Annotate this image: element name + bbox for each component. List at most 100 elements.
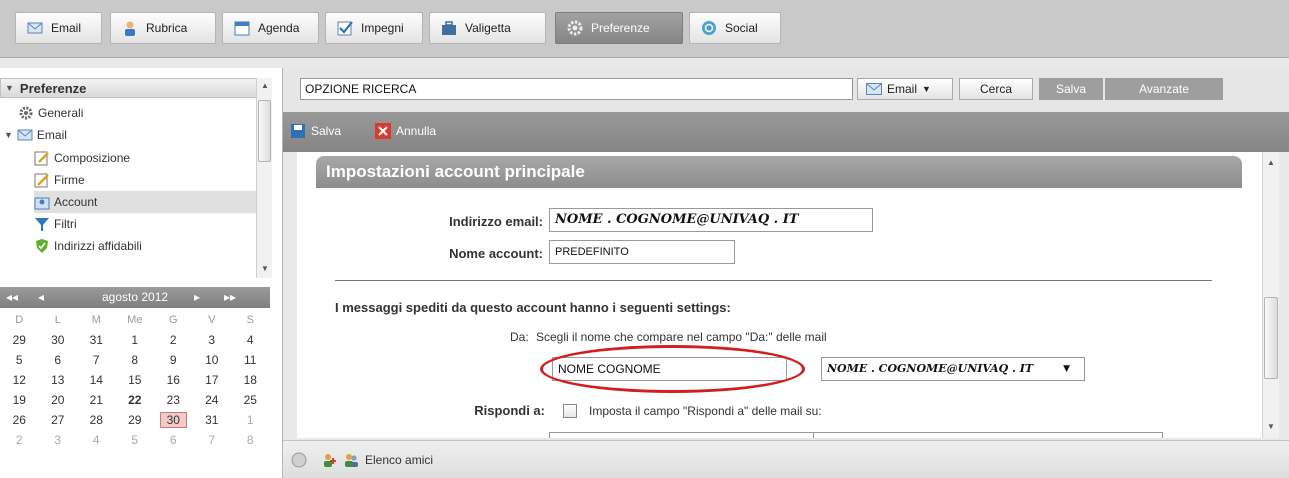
status-bar: Elenco amici [283, 440, 1289, 478]
search-input[interactable]: OPZIONE RICERCA [300, 78, 853, 100]
search-scope-dropdown[interactable]: Email ▼ [857, 78, 953, 100]
email-field[interactable]: NOME . COGNOME@UNIVAQ . IT [549, 208, 873, 232]
calendar-day[interactable]: 28 [77, 413, 116, 427]
advanced-search-button[interactable]: Avanzate [1105, 78, 1223, 100]
calendar-day[interactable]: 13 [39, 373, 78, 387]
scroll-down-arrow-icon[interactable]: ▼ [261, 264, 269, 273]
calendar-day[interactable]: 30 [39, 333, 78, 347]
scroll-up-arrow-icon[interactable]: ▲ [1267, 158, 1275, 167]
calendar-day[interactable]: 29 [116, 413, 155, 427]
sidebar-item-account[interactable]: Account [34, 191, 256, 213]
reply-to-checkbox[interactable] [563, 404, 577, 418]
calendar-day[interactable]: 23 [154, 393, 193, 407]
sidebar-item-composizione[interactable]: Composizione [34, 147, 130, 169]
expand-arrow-icon[interactable]: ▼ [4, 130, 13, 140]
sidebar-item-generali[interactable]: Generali [18, 102, 83, 124]
calendar-day[interactable]: 2 [154, 333, 193, 347]
calendar-day[interactable]: 15 [116, 373, 155, 387]
app-tab-bar: Email Rubrica Agenda Impegni Valigetta P… [0, 0, 1289, 58]
calendar-day[interactable]: 5 [0, 353, 39, 367]
calendar-week: 29 30 31 1 2 3 4 [0, 330, 270, 350]
calendar-day[interactable]: 24 [193, 393, 232, 407]
tab-social[interactable]: Social [689, 12, 781, 44]
calendar-day[interactable]: 29 [0, 333, 39, 347]
calendar-day[interactable]: 1 [116, 333, 155, 347]
calendar-day[interactable]: 31 [77, 333, 116, 347]
calendar-month-label[interactable]: agosto 2012 [102, 290, 168, 304]
add-friend-button[interactable] [321, 452, 337, 468]
presence-status[interactable] [291, 452, 307, 468]
calendar-icon [234, 21, 250, 36]
calendar-day[interactable]: 21 [77, 393, 116, 407]
calendar-day[interactable]: 4 [77, 433, 116, 447]
calendar-week: 19 20 21 22 23 24 25 [0, 390, 270, 410]
calendar-day[interactable]: 3 [193, 333, 232, 347]
calendar-day[interactable]: 31 [193, 413, 232, 427]
calendar-day[interactable]: 26 [0, 413, 39, 427]
calendar-day[interactable]: 5 [116, 433, 155, 447]
cancel-button[interactable]: Annulla [375, 123, 436, 139]
calendar-day[interactable]: 12 [0, 373, 39, 387]
preferences-tree-header[interactable]: ▼ Preferenze [0, 78, 272, 98]
calendar-day[interactable]: 6 [154, 433, 193, 447]
calendar-day[interactable]: 25 [231, 393, 270, 407]
tab-rubrica[interactable]: Rubrica [110, 12, 216, 44]
tab-preferenze[interactable]: Preferenze [555, 12, 683, 44]
calendar-day[interactable]: 20 [39, 393, 78, 407]
calendar-day[interactable]: 8 [231, 433, 270, 447]
content-scrollbar-thumb[interactable] [1264, 297, 1278, 379]
friends-list-button[interactable]: Elenco amici [343, 452, 433, 468]
account-settings-panel: Impostazioni account principale Indirizz… [297, 152, 1262, 438]
calendar-header: ◂◂ ◂ agosto 2012 ▸ ▸▸ [0, 287, 270, 308]
sidebar-item-firme[interactable]: Firme [34, 169, 85, 191]
account-name-field[interactable]: PREDEFINITO [549, 240, 735, 264]
calendar-day[interactable]: 8 [116, 353, 155, 367]
calendar-day[interactable]: 14 [77, 373, 116, 387]
reply-to-address-field[interactable] [813, 432, 1163, 438]
presence-bubble-icon [291, 452, 307, 468]
calendar-day[interactable]: 11 [231, 353, 270, 367]
scroll-up-arrow-icon[interactable]: ▲ [261, 81, 269, 90]
tree-scrollbar[interactable]: ▲ ▼ [256, 78, 272, 278]
search-button[interactable]: Cerca [959, 78, 1033, 100]
calendar-day[interactable]: 7 [77, 353, 116, 367]
calendar-day-today[interactable]: 30 [154, 412, 193, 428]
scroll-down-arrow-icon[interactable]: ▼ [1267, 422, 1275, 431]
calendar-day[interactable]: 10 [193, 353, 232, 367]
calendar-day[interactable]: 2 [0, 433, 39, 447]
sidebar-item-email[interactable]: ▼ Email [4, 124, 67, 146]
from-address-select[interactable]: NOME . COGNOME@UNIVAQ . IT ▼ [821, 357, 1085, 381]
sidebar-item-filtri[interactable]: Filtri [34, 213, 77, 235]
tab-impegni[interactable]: Impegni [325, 12, 423, 44]
calendar-day[interactable]: 17 [193, 373, 232, 387]
calendar-day[interactable]: 3 [39, 433, 78, 447]
tab-agenda[interactable]: Agenda [222, 12, 319, 44]
calendar-day[interactable]: 9 [154, 353, 193, 367]
envelope-icon [866, 83, 882, 95]
briefcase-icon [442, 21, 456, 35]
tab-email[interactable]: Email [15, 12, 102, 44]
calendar-day[interactable]: 1 [231, 413, 270, 427]
calendar-day[interactable]: 19 [0, 393, 39, 407]
calendar-day[interactable]: 22 [116, 393, 155, 407]
save-search-button[interactable]: Salva [1039, 78, 1103, 100]
calendar-day[interactable]: 7 [193, 433, 232, 447]
sidebar-item-indirizzi-affidabili[interactable]: Indirizzi affidabili [34, 235, 142, 257]
prev-year-button[interactable]: ◂◂ [6, 290, 18, 304]
calendar-day[interactable]: 6 [39, 353, 78, 367]
next-month-button[interactable]: ▸ [194, 290, 200, 304]
collapse-arrow-icon[interactable]: ▼ [5, 83, 14, 93]
reply-to-name-field[interactable] [549, 432, 832, 438]
close-icon [375, 123, 391, 139]
day-header: L [54, 314, 61, 326]
calendar-day[interactable]: 18 [231, 373, 270, 387]
prev-month-button[interactable]: ◂ [38, 290, 44, 304]
next-year-button[interactable]: ▸▸ [224, 290, 236, 304]
save-button[interactable]: Salva [290, 123, 341, 139]
tab-valigetta[interactable]: Valigetta [429, 12, 546, 44]
calendar-day[interactable]: 4 [231, 333, 270, 347]
content-scrollbar[interactable]: ▲ ▼ [1262, 152, 1279, 438]
calendar-day[interactable]: 27 [39, 413, 78, 427]
tree-scrollbar-thumb[interactable] [258, 100, 271, 162]
calendar-day[interactable]: 16 [154, 373, 193, 387]
